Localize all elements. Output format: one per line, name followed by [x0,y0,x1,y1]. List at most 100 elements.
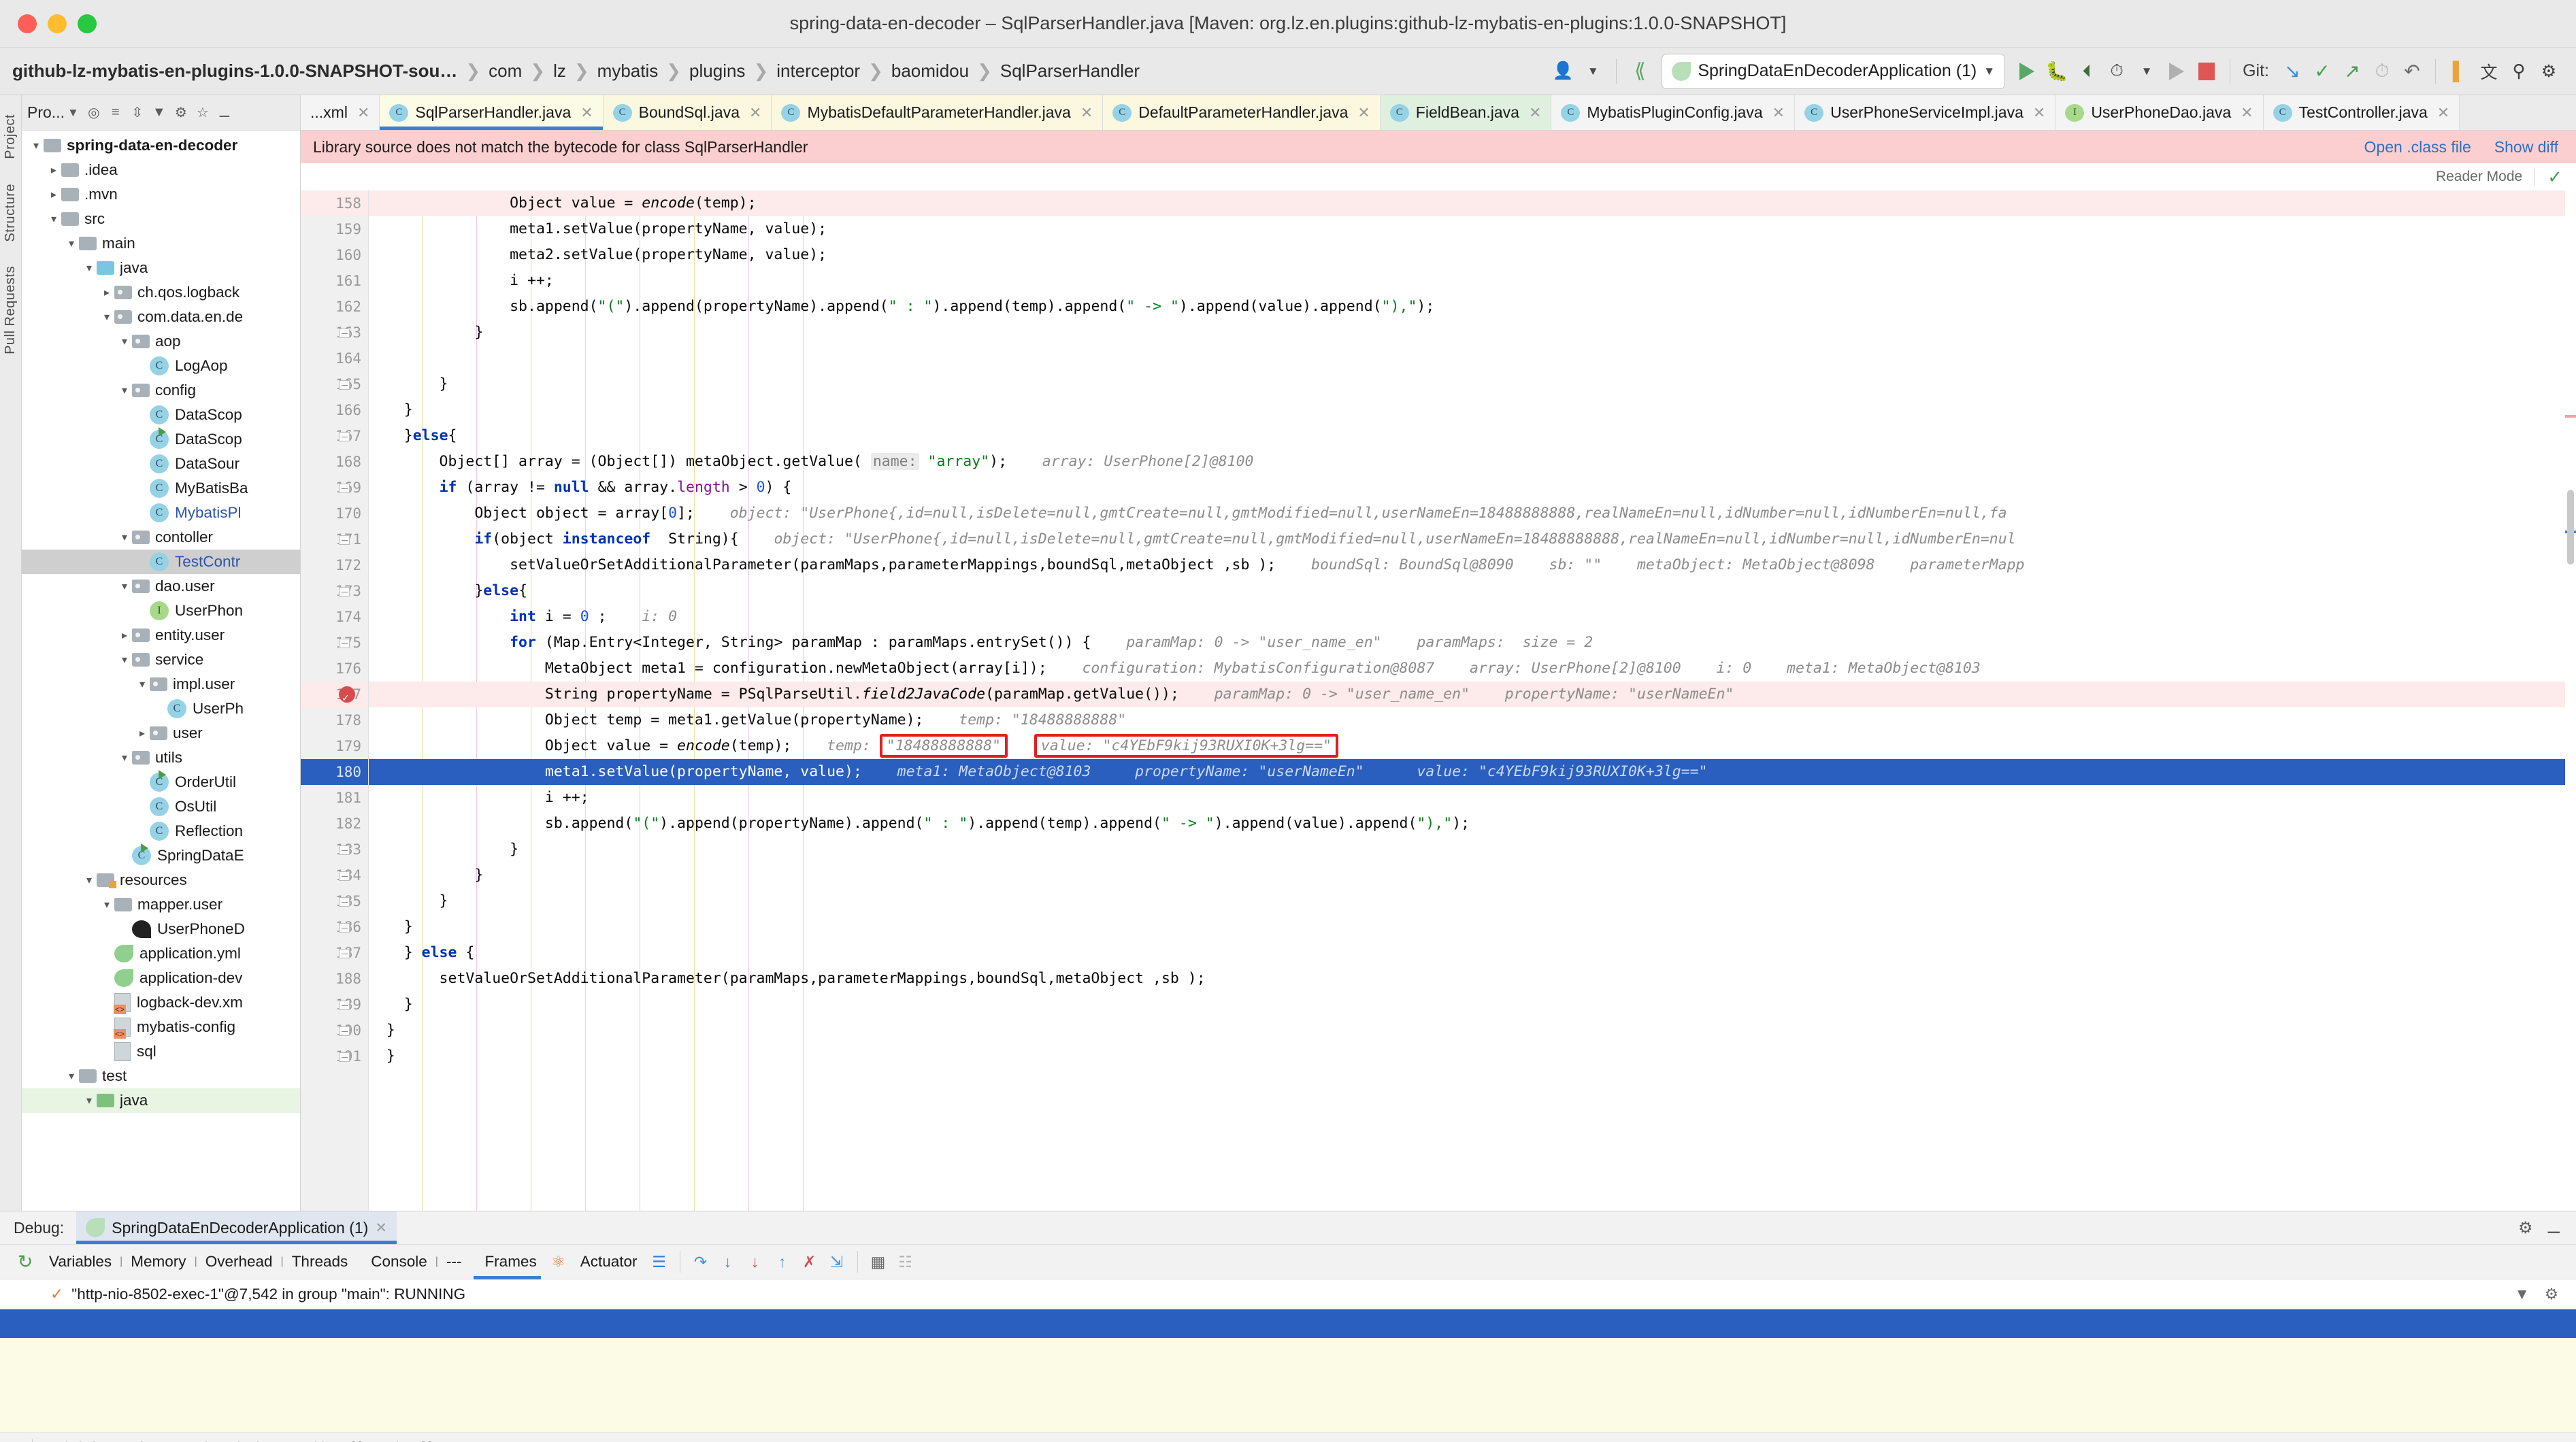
fold-marker-icon[interactable] [339,380,350,390]
code-line[interactable]: meta2.setValue(propertyName, value); [369,242,2576,268]
fold-marker-icon[interactable] [339,587,350,597]
tree-node[interactable]: ▾ spring-data-en-decoder [22,133,300,158]
layout-icon[interactable]: ☰ [646,1253,673,1271]
tree-node[interactable]: ▾ contoller [22,525,300,550]
chevron-down-icon[interactable]: ▾ [99,310,114,324]
code-line[interactable] [369,346,2576,371]
gear-icon[interactable]: ⚙ [2534,54,2564,88]
profile-run-button[interactable]: ⏱ [2102,54,2132,88]
code-line[interactable]: } [369,862,2576,888]
gutter-line[interactable]: 179 [301,733,368,759]
tree-node[interactable]: ▾ dao.user [22,574,300,599]
tree-node[interactable]: logback-dev.xm [22,990,300,1015]
code-line[interactable]: if (array != null && array.length > 0) { [369,475,2576,501]
code-line[interactable]: } [369,837,2576,862]
gutter-line[interactable]: 174 [301,604,368,630]
tab-actuator[interactable]: Actuator [572,1244,646,1279]
chevron-down-icon[interactable]: ▾ [82,1094,97,1107]
run-configuration-selector[interactable]: SpringDataEnDecoderApplication (1) ▼ [1662,53,2006,89]
collapse-all-icon[interactable]: ⇳ [127,102,148,124]
code-line[interactable]: } [369,1018,2576,1043]
search-icon[interactable]: ⚲ [2504,54,2534,88]
code-line[interactable]: meta1.setValue(propertyName, value); met… [369,759,2576,785]
rerun-icon[interactable]: ↻ [10,1252,41,1273]
chevron-down-icon[interactable]: ▾ [64,1069,79,1083]
gutter-line[interactable]: 182 [301,811,368,837]
git-rollback-icon[interactable]: ↶ [2397,54,2427,88]
tree-node[interactable]: sql [22,1039,300,1064]
tree-node[interactable]: ▾ mapper.user [22,892,300,917]
tab-variables[interactable]: Variables [41,1244,120,1279]
tree-node[interactable]: ▸ ch.qos.logback [22,280,300,305]
window-controls[interactable] [18,14,97,33]
code-line[interactable]: sb.append("(").append(propertyName).appe… [369,294,2576,320]
code-editor[interactable]: 158 159 160 161 162 163 164 165 166 167 168 169 170 1… [301,190,2576,1211]
editor-tab[interactable]: C BoundSql.java ✕ [603,95,772,130]
gutter-line[interactable]: 165 [301,371,368,397]
settings-icon[interactable]: ☷ [892,1253,919,1271]
close-tab-icon[interactable]: ✕ [580,104,593,122]
breadcrumb-item-3[interactable]: mybatis [597,61,659,82]
gutter-line[interactable]: 172 [301,552,368,578]
filter-icon[interactable]: ▼ [148,102,170,124]
open-class-file-link[interactable]: Open .class file [2364,138,2471,156]
git-push-icon[interactable]: ↗ [2337,54,2367,88]
tree-node[interactable]: ▾ utils [22,745,300,770]
code-line[interactable]: Object temp = meta1.getValue(propertyNam… [369,707,2576,733]
code-line[interactable]: Object value = encode(temp); [369,190,2576,216]
scrollbar-thumb[interactable] [2567,490,2574,565]
chevron-down-icon[interactable]: ▾ [117,653,132,667]
tree-node[interactable]: UserPhoneD [22,917,300,941]
breadcrumb-item-4[interactable]: plugins [689,61,745,82]
code-line[interactable]: i ++; [369,785,2576,811]
gutter-line[interactable]: 185 [301,888,368,914]
step-into-icon[interactable]: ↓ [714,1253,742,1271]
tool-window-project[interactable]: Project [3,114,18,159]
breadcrumb-item-0[interactable]: github-lz-mybatis-en-plugins-1.0.0-SNAPS… [12,61,457,82]
tree-node[interactable]: ▾ impl.user [22,672,300,697]
expand-all-icon[interactable]: ≡ [105,102,127,124]
code-line[interactable]: i ++; [369,268,2576,294]
tree-node[interactable]: C TestContr [22,550,300,574]
fold-marker-icon[interactable] [339,923,350,933]
chevron-down-icon[interactable]: ▾ [82,261,97,275]
run-with-coverage-button[interactable]: ⏴ [2072,54,2102,88]
tree-node[interactable]: C OrderUtil [22,770,300,794]
gutter-line[interactable]: 163 [301,320,368,346]
maximize-window-button[interactable] [78,14,97,33]
editor-tab[interactable]: C UserPhoneServiceImpl.java ✕ [1795,95,2056,130]
tree-node[interactable]: C DataScop [22,403,300,427]
fold-marker-icon[interactable] [339,535,350,545]
tree-node[interactable]: C MybatisPl [22,501,300,525]
breadcrumb-item-6[interactable]: baomidou [891,61,969,82]
profile-icon[interactable]: 👤 [1548,54,1578,88]
attach-button[interactable] [2162,54,2192,88]
git-history-icon[interactable]: ⏱ [2367,54,2397,88]
editor-tab[interactable]: C TestController.java ✕ [2263,95,2460,130]
frame-row[interactable] [0,1309,2576,1338]
breadcrumb-item-5[interactable]: interceptor [776,61,860,82]
tree-node[interactable]: ▾ main [22,231,300,256]
fold-marker-icon[interactable] [339,1052,350,1062]
tree-node[interactable]: C MyBatisBa [22,476,300,501]
build-hammer-icon[interactable]: ⟪ [1625,54,1655,88]
tree-node[interactable]: ▸ .mvn [22,182,300,207]
gutter-line[interactable]: 186 [301,914,368,940]
tool-window-pull-requests[interactable]: Pull Requests [3,266,18,354]
close-tab-icon[interactable]: ✕ [2241,104,2253,122]
gutter-line[interactable]: 184 [301,862,368,888]
tree-node[interactable]: ▸ .idea [22,158,300,182]
bookmark-icon[interactable]: ☆ [192,102,214,124]
chevron-right-icon[interactable]: ▸ [135,726,150,740]
chevron-down-icon[interactable]: ▾ [64,237,79,250]
code-line[interactable]: } [369,371,2576,397]
gutter-line[interactable]: 166 [301,397,368,423]
code-line[interactable]: }else{ [369,423,2576,449]
translate-icon[interactable]: 文 [2474,54,2504,88]
code-line[interactable]: String propertyName = PSqlParseUtil.fiel… [369,682,2576,707]
tree-node[interactable]: ▾ com.data.en.de [22,305,300,329]
close-window-button[interactable] [18,14,37,33]
gutter-line[interactable]: 176 [301,656,368,682]
gutter-line[interactable]: 183 [301,837,368,862]
code-line[interactable]: Object[] array = (Object[]) metaObject.g… [369,449,2576,475]
